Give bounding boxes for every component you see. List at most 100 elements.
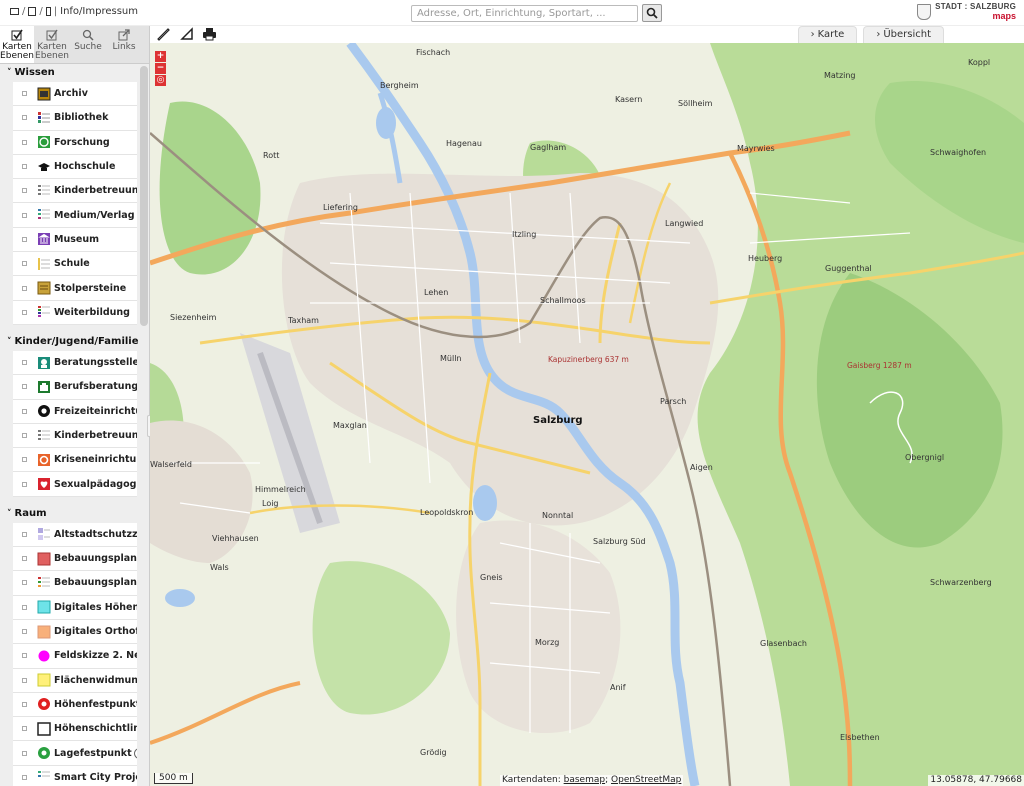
layer-item[interactable]: Feldskizze 2. Neuvermessung (13, 644, 137, 669)
layer-item[interactable]: Museum (13, 227, 137, 253)
map-label: Hagenau (446, 139, 482, 148)
legend-icon (37, 527, 51, 541)
layer-checkbox[interactable] (22, 164, 27, 170)
layer-item[interactable]: Smart City Projekte (13, 765, 137, 786)
zoom-out-button[interactable]: − (155, 63, 166, 74)
layer-item[interactable]: Hochschule (13, 154, 137, 180)
basemap-link[interactable]: basemap (564, 775, 605, 785)
map-view[interactable]: Salzburg Fischach Bergheim Hagenau Gaglh… (150, 43, 1024, 786)
map-label: Itzling (512, 230, 537, 239)
print-button[interactable] (200, 26, 218, 42)
layer-checkbox[interactable] (22, 433, 27, 438)
layer-item[interactable]: Berufsberatung (13, 375, 137, 400)
openstreetmap-link[interactable]: OpenStreetMap (611, 775, 681, 785)
layer-item[interactable]: Beratungsstelle (13, 350, 137, 376)
layer-item[interactable]: Forschung (13, 130, 137, 155)
search-input[interactable] (411, 5, 638, 22)
layer-checkbox[interactable] (22, 236, 27, 242)
layer-checkbox[interactable] (22, 408, 27, 414)
layer-checkbox[interactable] (22, 580, 27, 586)
tab-links[interactable]: Links (106, 26, 142, 63)
layer-checkbox[interactable] (22, 481, 27, 487)
layer-item[interactable]: Kinderbetreuung (13, 179, 137, 204)
layer-item[interactable]: Höhenschichtlinien (13, 717, 137, 742)
ruler-icon (157, 28, 170, 41)
layer-checkbox[interactable] (22, 139, 27, 145)
layer-checkbox[interactable] (22, 457, 27, 463)
measure-area-button[interactable] (178, 26, 196, 42)
layer-item[interactable]: Digitales Orthofoto (13, 619, 137, 645)
layer-item[interactable]: Bibliothek (13, 106, 137, 131)
layer-checkbox[interactable] (22, 188, 27, 194)
layer-item[interactable]: Bebauungsplan Aufbaustufe (13, 547, 137, 572)
tab-uebersicht[interactable]: › Übersicht (863, 26, 944, 43)
map-label: Obergnigl (905, 453, 945, 462)
chevron-down-icon: ˅ (7, 68, 12, 78)
desktop-icon[interactable] (10, 8, 19, 15)
layer-item[interactable]: Flächenwidmungsplan (13, 668, 137, 693)
legend-icon (37, 770, 51, 784)
measure-distance-button[interactable] (154, 26, 172, 42)
layer-checkbox[interactable] (22, 604, 27, 610)
layer-checkbox[interactable] (22, 285, 27, 291)
layer-item[interactable]: Bebauungsplan rechtskräftig (13, 571, 137, 596)
layer-checkbox[interactable] (22, 701, 27, 707)
layer-checkbox[interactable] (22, 115, 27, 121)
phone-icon[interactable] (45, 7, 51, 16)
tab-suche[interactable]: Suche (70, 26, 106, 63)
tab-karte[interactable]: › Karte (797, 26, 858, 43)
layer-checkbox[interactable] (22, 556, 27, 562)
locate-button[interactable]: ◎ (155, 75, 166, 86)
tablet-icon[interactable] (28, 7, 37, 16)
zoom-in-button[interactable]: + (155, 51, 166, 62)
layer-item[interactable]: Digitales Höhenmodell (13, 595, 137, 620)
layer-checkbox[interactable] (22, 774, 27, 780)
layer-item[interactable]: Kriseneinrichtung (13, 448, 137, 473)
layer-checkbox[interactable] (22, 91, 27, 97)
separator: | (53, 6, 58, 17)
sidebar-scrollbar[interactable] (140, 66, 148, 326)
legend-icon (37, 208, 51, 222)
city-seal-icon (917, 3, 932, 20)
layer-item[interactable]: Archiv (13, 82, 137, 107)
map-label: Salzburg Süd (593, 537, 646, 546)
tab-karten-ebenen[interactable]: Karten Ebenen (34, 26, 70, 63)
red-square-icon (37, 552, 51, 566)
target-icon: ◎ (156, 75, 165, 85)
layer-checkbox[interactable] (22, 360, 27, 366)
layer-item[interactable]: Schule (13, 252, 137, 277)
map-label: Aigen (690, 463, 713, 472)
career-icon (37, 380, 51, 394)
layer-checkbox[interactable] (22, 261, 27, 267)
layer-checkbox[interactable] (22, 531, 27, 537)
layer-label: Beratungsstelle (54, 357, 137, 369)
layer-item[interactable]: Freizeiteinrichtung (13, 399, 137, 424)
layer-item[interactable]: Kinderbetreuung (13, 423, 137, 449)
search-button[interactable] (642, 4, 662, 22)
layer-checkbox[interactable] (22, 629, 27, 635)
layer-checkbox[interactable] (22, 750, 27, 756)
magenta-dot-icon (37, 649, 51, 663)
tab-karten-ebenen-active[interactable]: Karten Ebenen (0, 26, 34, 63)
info-icon[interactable]: i (133, 747, 137, 759)
layer-item[interactable]: Höhenfestpunkt (13, 692, 137, 718)
layer-item[interactable]: Medium/Verlag (13, 203, 137, 228)
group-header-wissen[interactable]: ˅ Wissen (0, 64, 149, 82)
layer-item[interactable]: Lagefestpunkti (13, 741, 137, 766)
layer-checkbox[interactable] (22, 677, 27, 683)
layer-item[interactable]: Altstadtschutzzone (13, 522, 137, 548)
group-header-kinder-jugend-familie[interactable]: ˅ Kinder/Jugend/Familie (0, 332, 149, 351)
info-impressum-link[interactable]: Info/Impressum (60, 6, 138, 17)
layer-item[interactable]: Weiterbildung (13, 300, 137, 325)
attribution: Kartendaten: basemap; OpenStreetMap (500, 775, 684, 786)
layer-checkbox[interactable] (22, 653, 27, 659)
map-label: Kasern (615, 95, 643, 104)
group-header-raum[interactable]: ˅ Raum (0, 504, 149, 523)
layer-checkbox[interactable] (22, 726, 27, 732)
map-canvas[interactable] (150, 43, 1024, 786)
layer-checkbox[interactable] (22, 212, 27, 218)
layer-item[interactable]: Stolpersteine (13, 276, 137, 301)
layer-item[interactable]: Sexualpädagogik (13, 472, 137, 497)
layer-checkbox[interactable] (22, 384, 27, 390)
layer-checkbox[interactable] (22, 309, 27, 315)
